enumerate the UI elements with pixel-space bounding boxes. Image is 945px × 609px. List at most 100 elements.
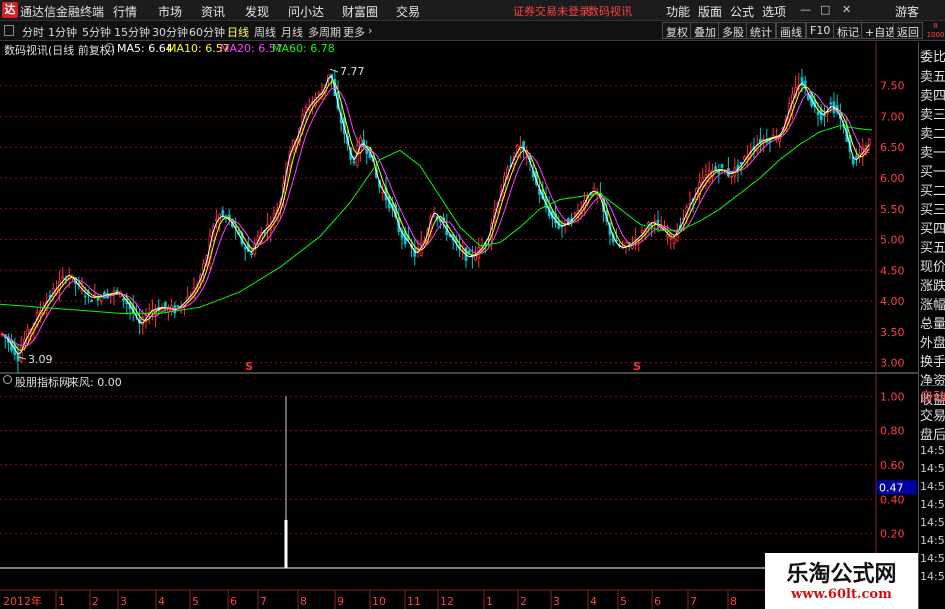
sub-chart-series xyxy=(0,396,876,569)
side-item-bid3[interactable]: 买三 xyxy=(920,199,945,218)
tab-period-1min[interactable]: 1分钟 xyxy=(48,24,77,40)
x-axis-month-label: 7 xyxy=(690,595,697,608)
side-time-8: 14:56 xyxy=(920,570,945,583)
tab-period-intraday[interactable]: 分时 xyxy=(22,24,44,40)
side-item-volume[interactable]: 总量 xyxy=(920,313,945,332)
more-chevron-icon[interactable]: › xyxy=(368,24,372,37)
side-item-ask3[interactable]: 卖三 xyxy=(920,104,945,123)
login-warning[interactable]: 证券交易未登录 xyxy=(513,3,590,19)
minimize-icon[interactable]: — xyxy=(800,3,811,16)
x-axis-month-label: 5 xyxy=(192,595,199,608)
ma60-label: MA60: 6.78 xyxy=(272,42,335,55)
candle-body xyxy=(563,219,567,224)
menu-item-trade[interactable]: 交易 xyxy=(396,3,420,20)
tab-period-30min[interactable]: 30分钟 xyxy=(152,24,188,40)
menu-item-market[interactable]: 市场 xyxy=(158,3,182,20)
tab-period-weekly[interactable]: 周线 xyxy=(254,24,276,40)
side-item-turnover[interactable]: 换手 xyxy=(920,351,945,370)
side-item-change-pct[interactable]: 涨幅 xyxy=(920,294,945,313)
tab-period-15min[interactable]: 15分钟 xyxy=(114,24,150,40)
menu-item-functions[interactable]: 功能 xyxy=(666,3,690,20)
candle-body xyxy=(653,220,657,223)
side-sub-after-hours[interactable]: 盘后 xyxy=(920,424,945,443)
candle-body xyxy=(659,227,663,230)
draw-line-button[interactable]: 画线 xyxy=(776,22,806,39)
x-axis-month-label: 6 xyxy=(654,595,661,608)
indicator-settings-icon[interactable] xyxy=(105,43,114,52)
panel-toggle-icon[interactable] xyxy=(4,25,14,36)
adjust-button[interactable]: 复权 xyxy=(662,22,692,39)
side-item-bid5[interactable]: 买五 xyxy=(920,237,945,256)
side-item-price[interactable]: 现价 xyxy=(920,256,945,275)
menu-item-options[interactable]: 选项 xyxy=(762,3,786,20)
sub-indicator-settings-icon[interactable] xyxy=(3,375,12,384)
main-y-tick-label: 7.00 xyxy=(880,110,905,123)
side-item-outer[interactable]: 外盘 xyxy=(920,332,945,351)
user-guest[interactable]: 游客 xyxy=(895,3,919,20)
side-item-ask1[interactable]: 卖一 xyxy=(920,142,945,161)
watermark-title: 乐淘公式网 xyxy=(786,562,897,587)
candle-body xyxy=(816,111,820,115)
main-chart-title: 数码视讯(日线 前复权) xyxy=(4,44,116,57)
candle-body xyxy=(115,289,119,292)
statistics-button[interactable]: 统计 xyxy=(746,22,776,39)
candle-body xyxy=(352,161,356,164)
side-time-1: 14:56 xyxy=(920,444,945,457)
side-item-ask4[interactable]: 卖四 xyxy=(920,85,945,104)
tab-period-60min[interactable]: 60分钟 xyxy=(189,24,225,40)
candle-body xyxy=(250,252,254,255)
candle-body xyxy=(647,222,650,225)
side-item-ask2[interactable]: 卖二 xyxy=(920,123,945,142)
back-button[interactable]: 返回 xyxy=(893,22,923,39)
menu-item-assistant[interactable]: 问小达 xyxy=(288,3,324,20)
sub-y-tick-label: 0.60 xyxy=(880,459,905,472)
kline-chart[interactable]: 7.50 7.00 6.50 6.00 5.50 5.00 4.50 4.00 3.50 3.00… xyxy=(0,42,918,609)
tab-period-more[interactable]: 更多 xyxy=(343,24,365,40)
quote-side-panel: 委比 卖五 卖四 卖三 卖二 卖一 买一 买二 买三 买四 买五 现价 涨跌 涨… xyxy=(918,42,945,609)
overlay-button[interactable]: 叠加 xyxy=(690,22,720,39)
side-item-ask5[interactable]: 卖五 xyxy=(920,66,945,85)
main-y-tick-label: 5.50 xyxy=(880,203,905,216)
tab-period-monthly[interactable]: 月线 xyxy=(281,24,303,40)
side-sub-trade[interactable]: 交易 xyxy=(920,405,945,424)
close-icon[interactable]: ✕ xyxy=(842,3,851,16)
side-item-change[interactable]: 涨跌 xyxy=(920,275,945,294)
main-y-tick-label: 6.00 xyxy=(880,172,905,185)
candle-body xyxy=(771,134,775,138)
menu-item-layout[interactable]: 版面 xyxy=(698,3,722,20)
ma5-label: MA5: 6.64 xyxy=(117,42,173,55)
candle-body xyxy=(214,219,218,222)
candle-body xyxy=(61,276,65,279)
candle-body xyxy=(823,114,826,117)
sub-chart-title: 股朋指标网 xyxy=(15,376,70,389)
f10-button[interactable]: F10 xyxy=(806,22,835,39)
tab-period-5min[interactable]: 5分钟 xyxy=(82,24,111,40)
sub-y-tick-label: 1.00 xyxy=(880,390,905,403)
x-axis-month-label: 7 xyxy=(260,595,267,608)
menu-item-discover[interactable]: 发现 xyxy=(245,3,269,20)
tab-period-multi[interactable]: 多周期 xyxy=(308,24,341,40)
main-chart-series xyxy=(0,68,873,373)
side-sub-auto[interactable]: 自动 xyxy=(920,386,945,405)
candle-body xyxy=(474,255,478,261)
side-item-bid1[interactable]: 买一 xyxy=(920,161,945,180)
side-item-bid2[interactable]: 买二 xyxy=(920,180,945,199)
side-item-bid4[interactable]: 买四 xyxy=(920,218,945,237)
mark-button[interactable]: 标记 xyxy=(833,22,863,39)
x-axis-month-label: 4 xyxy=(590,595,597,608)
maximize-icon[interactable]: □ xyxy=(820,3,830,16)
menu-item-formula[interactable]: 公式 xyxy=(730,3,754,20)
menu-item-quotes[interactable]: 行情 xyxy=(113,3,137,20)
tab-period-daily[interactable]: 日线 xyxy=(227,24,249,40)
side-item-order-ratio[interactable]: 委比 xyxy=(920,46,945,65)
corner-label: 8 1000 xyxy=(926,22,945,39)
candle-body xyxy=(730,175,733,178)
multi-stock-button[interactable]: 多股 xyxy=(718,22,748,39)
side-time-3: 14:56 xyxy=(920,480,945,493)
side-time-7: 14:56 xyxy=(920,552,945,565)
menu-item-wealth-circle[interactable]: 财富圈 xyxy=(342,3,378,20)
candle-body xyxy=(317,92,321,95)
high-price-label: 7.77 xyxy=(340,65,365,78)
x-axis-month-label: 1 xyxy=(58,595,65,608)
menu-item-news[interactable]: 资讯 xyxy=(201,3,225,20)
